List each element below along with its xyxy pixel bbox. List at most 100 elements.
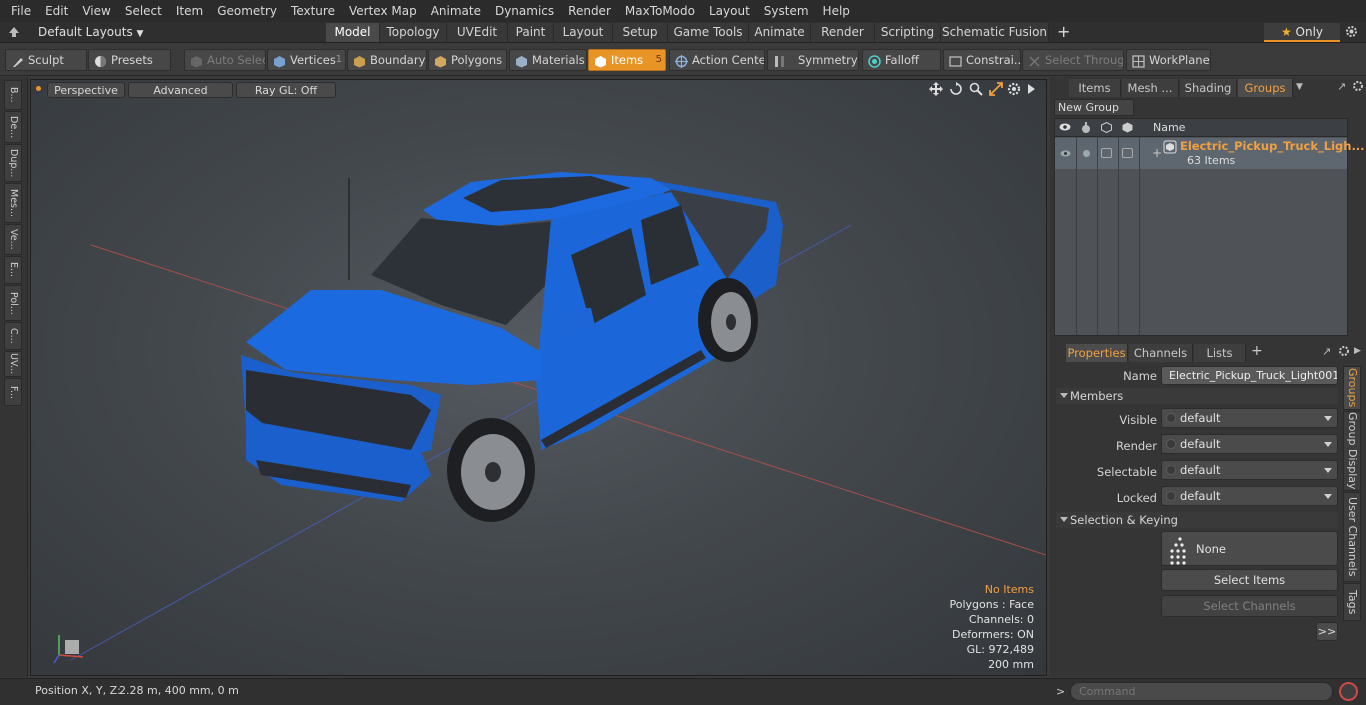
props-expand-icon[interactable]: ↗	[1322, 345, 1331, 358]
panel-gear-icon[interactable]	[1352, 80, 1364, 95]
constraints-button[interactable]: Constrai...	[943, 49, 1021, 71]
tab-scripting[interactable]: Scripting	[875, 23, 941, 42]
left-tab-duplicate[interactable]: Dup...	[4, 144, 22, 182]
tab-mesh[interactable]: Mesh ...	[1122, 79, 1179, 97]
tab-topology[interactable]: Topology	[380, 23, 447, 42]
add-props-tab-icon[interactable]: +	[1251, 343, 1263, 359]
left-tab-mesh-edit[interactable]: Mes...	[4, 183, 22, 223]
left-tab-basic[interactable]: B...	[4, 80, 22, 110]
symmetry-button[interactable]: Symmetry	[767, 49, 859, 71]
tab-channels[interactable]: Channels	[1129, 344, 1193, 362]
tab-items[interactable]: Items	[1069, 79, 1121, 97]
side-tab-group-display[interactable]: Group Display	[1343, 411, 1361, 491]
row-locked-checkbox[interactable]	[1122, 148, 1133, 158]
menu-select[interactable]: Select	[118, 0, 169, 22]
presets-button[interactable]: Presets	[88, 49, 171, 71]
menu-item[interactable]: Item	[169, 0, 210, 22]
menu-help[interactable]: Help	[816, 0, 857, 22]
workplane-button[interactable]: WorkPlane	[1126, 49, 1211, 71]
tab-groups[interactable]: Groups	[1238, 79, 1293, 97]
symmetry-label: Symmetry	[798, 53, 858, 67]
auto-select-button[interactable]: Auto Select	[184, 49, 266, 71]
tab-layout[interactable]: Layout	[554, 23, 613, 42]
new-group-button[interactable]: New Group	[1054, 99, 1134, 116]
action-center-button[interactable]: Action Center	[669, 49, 765, 71]
side-tab-groups[interactable]: Groups	[1343, 366, 1361, 410]
col-divider	[1118, 138, 1119, 335]
group-name-field[interactable]: Electric_Pickup_Truck_Light001 (3)	[1161, 366, 1338, 385]
tab-model[interactable]: Model	[326, 23, 380, 42]
menu-maxtomodo[interactable]: MaxToModo	[618, 0, 702, 22]
vertices-button[interactable]: Vertices 1	[267, 49, 346, 71]
tab-animate[interactable]: Animate	[749, 23, 811, 42]
boundary-icon	[353, 54, 366, 68]
left-tab-polygon[interactable]: Pol...	[4, 285, 22, 321]
selection-keying-section[interactable]: Selection & Keying	[1056, 512, 1338, 528]
col-divider	[1139, 138, 1140, 335]
tab-shading[interactable]: Shading	[1180, 79, 1237, 97]
side-tab-user-channels[interactable]: User Channels	[1343, 492, 1361, 582]
visible-dropdown[interactable]: default	[1161, 408, 1338, 428]
chevron-down-icon	[1324, 416, 1332, 421]
only-toggle[interactable]: ★ Only	[1264, 23, 1340, 42]
group-row[interactable]: + Electric_Pickup_Truck_Ligh... 63 Items	[1055, 138, 1365, 169]
left-tab-edge[interactable]: E...	[4, 256, 22, 284]
tab-render[interactable]: Render	[811, 23, 875, 42]
left-tab-curve[interactable]: C...	[4, 322, 22, 350]
menu-edit[interactable]: Edit	[38, 0, 75, 22]
menu-render[interactable]: Render	[561, 0, 618, 22]
left-tab-uv[interactable]: UV...	[4, 351, 22, 377]
panel-tabs-chevron-icon[interactable]: ▼	[1296, 82, 1303, 92]
sculpt-button[interactable]: Sculpt	[5, 49, 87, 71]
menu-animate[interactable]: Animate	[424, 0, 488, 22]
select-channels-button[interactable]: Select Channels	[1161, 595, 1338, 617]
items-button[interactable]: Items 5	[588, 49, 666, 71]
selectable-dropdown[interactable]: default	[1161, 460, 1338, 480]
tab-uvedit[interactable]: UVEdit	[447, 23, 508, 42]
add-tab-icon[interactable]: +	[1057, 22, 1070, 41]
menu-file[interactable]: File	[4, 0, 38, 22]
props-gear-icon[interactable]	[1338, 345, 1350, 360]
side-tab-tags[interactable]: Tags	[1343, 583, 1361, 621]
none-button[interactable]: None	[1161, 531, 1338, 566]
menu-vertex-map[interactable]: Vertex Map	[342, 0, 424, 22]
polygons-button[interactable]: Polygons	[428, 49, 507, 71]
props-expand-right-icon[interactable]: ▶	[1354, 346, 1361, 356]
boundary-button[interactable]: Boundary	[347, 49, 427, 71]
tab-setup[interactable]: Setup	[613, 23, 668, 42]
tab-properties[interactable]: Properties	[1066, 344, 1128, 362]
members-section[interactable]: Members	[1056, 388, 1338, 404]
tab-lists[interactable]: Lists	[1194, 344, 1246, 362]
record-icon[interactable]	[1339, 682, 1358, 701]
tab-schematic-fusion[interactable]: Schematic Fusion	[941, 23, 1049, 42]
menu-geometry[interactable]: Geometry	[210, 0, 284, 22]
command-input[interactable]	[1070, 682, 1333, 701]
row-eye-icon[interactable]	[1060, 148, 1071, 161]
render-dropdown[interactable]: default	[1161, 434, 1338, 454]
menu-texture[interactable]: Texture	[284, 0, 342, 22]
dots-grid-icon	[1168, 535, 1192, 568]
row-selectable-checkbox[interactable]	[1101, 148, 1112, 158]
left-tab-deform[interactable]: De...	[4, 111, 22, 143]
gear-icon[interactable]	[1345, 25, 1358, 41]
select-through-button[interactable]: Select Through	[1022, 49, 1124, 71]
row-render-icon[interactable]	[1081, 147, 1092, 161]
locked-dropdown[interactable]: default	[1161, 486, 1338, 506]
more-button[interactable]: >>	[1316, 622, 1338, 641]
menu-layout[interactable]: Layout	[702, 0, 757, 22]
layout-dropdown[interactable]: Default Layouts ▼	[38, 25, 143, 39]
tab-paint[interactable]: Paint	[508, 23, 554, 42]
3d-viewport[interactable]: Perspective Advanced Ray GL: Off No Item…	[30, 79, 1047, 676]
layout-up-icon[interactable]	[8, 25, 20, 39]
falloff-button[interactable]: Falloff	[862, 49, 941, 71]
menu-view[interactable]: View	[75, 0, 117, 22]
left-tab-vertex[interactable]: Ve...	[4, 224, 22, 255]
materials-button[interactable]: Materials	[509, 49, 587, 71]
expand-plus-icon[interactable]: +	[1152, 146, 1162, 160]
menu-system[interactable]: System	[757, 0, 816, 22]
tab-game-tools[interactable]: Game Tools	[668, 23, 749, 42]
select-items-button[interactable]: Select Items	[1161, 569, 1338, 591]
menu-dynamics[interactable]: Dynamics	[488, 0, 561, 22]
panel-expand-icon[interactable]: ↗	[1337, 80, 1346, 93]
left-tab-fusion[interactable]: F...	[4, 378, 22, 406]
